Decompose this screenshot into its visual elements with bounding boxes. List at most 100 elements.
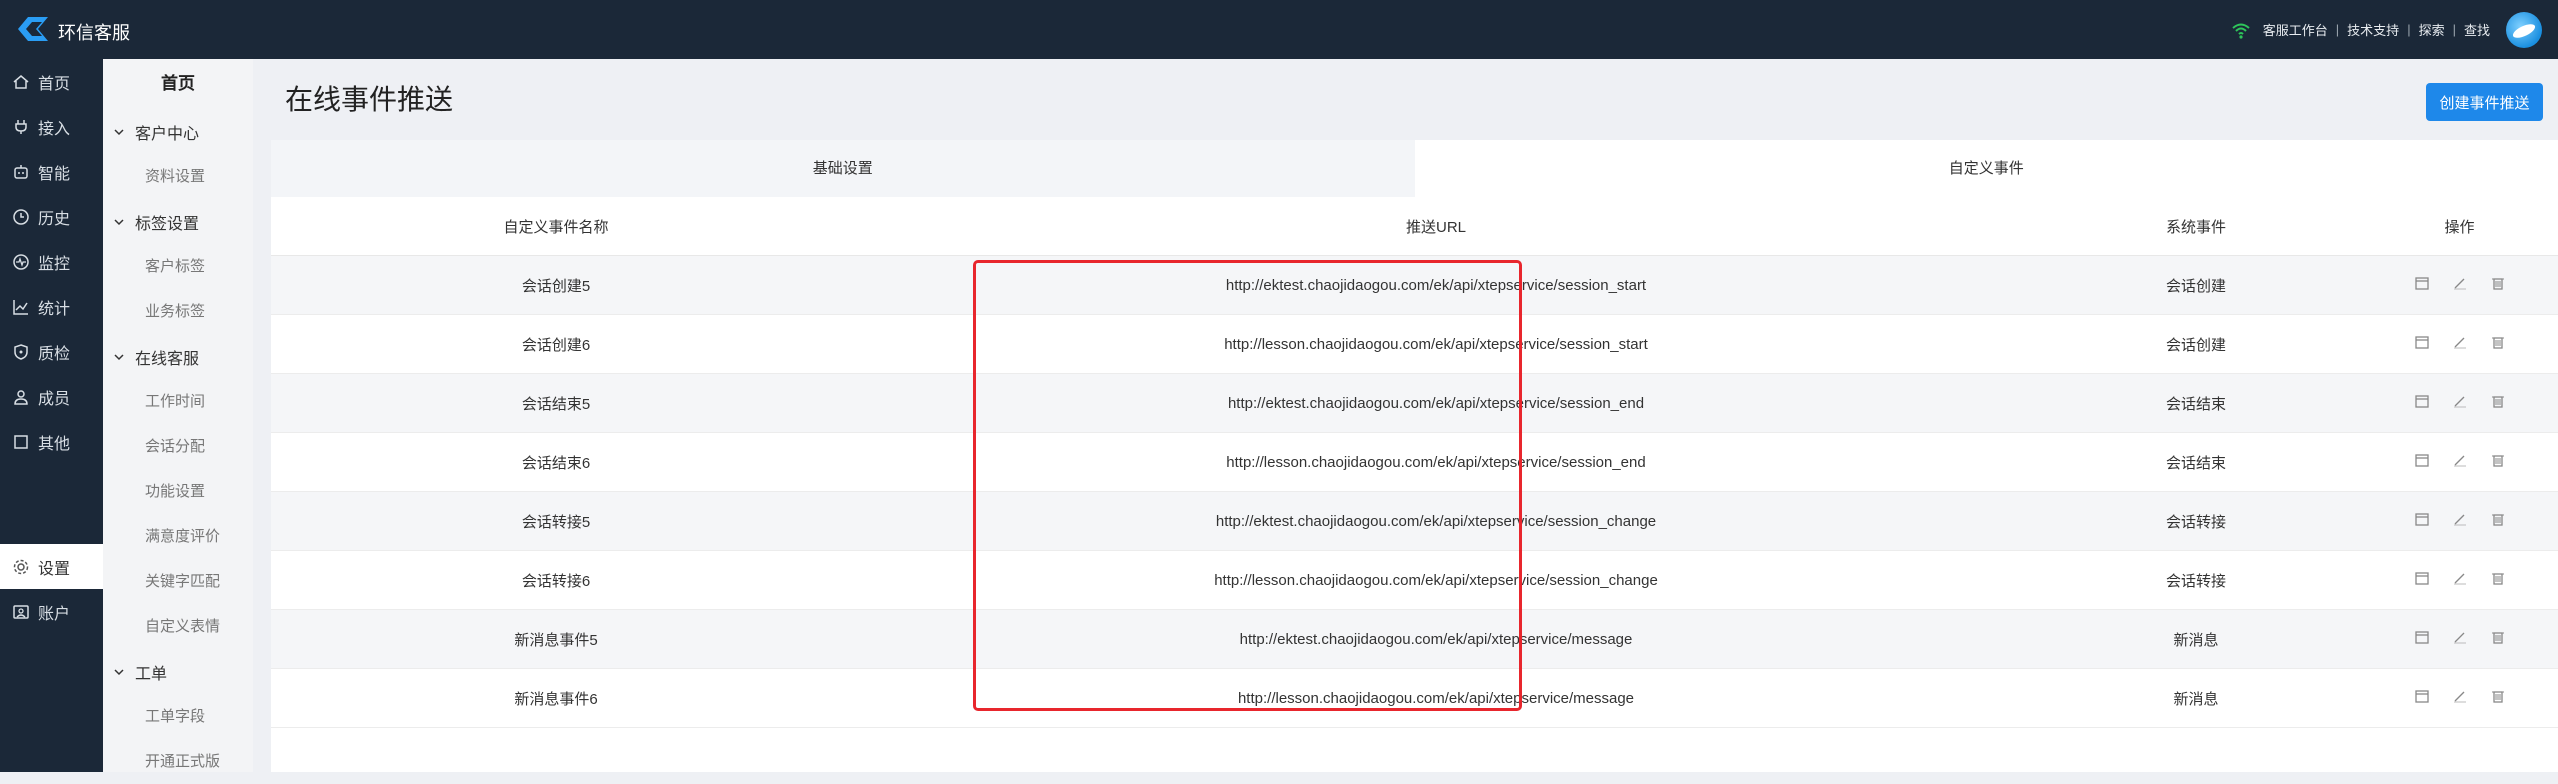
nav-item-other[interactable]: 其他 [0,419,103,464]
nav-item-settings[interactable]: 设置 [0,544,103,589]
subnav-item-customer-tags[interactable]: 客户标签 [103,244,253,289]
calendar-icon [2414,393,2430,409]
header-link-search[interactable]: 查找 [2464,20,2490,39]
view-button[interactable] [2414,393,2430,413]
row-actions [2362,511,2557,531]
subnav-item-ticket-fields[interactable]: 工单字段 [103,694,253,739]
nav-item-qa[interactable]: 质检 [0,329,103,374]
view-button[interactable] [2414,452,2430,472]
cell-system-event: 会话结束 [2031,374,2361,433]
sub-nav: 首页 客户中心 资料设置 标签设置 客户标签 业务标签 在线客服 工作时间 会话… [103,59,253,772]
subnav-group-tag-settings[interactable]: 标签设置 [103,199,253,244]
subnav-item-feature-settings[interactable]: 功能设置 [103,469,253,514]
subnav-item-activate-full[interactable]: 开通正式版 [103,739,253,784]
edit-icon [2452,511,2468,527]
nav-label: 质检 [38,340,70,364]
edit-icon [2452,452,2468,468]
subnav-item-keyword-match[interactable]: 关键字匹配 [103,559,253,604]
edit-icon [2452,275,2468,291]
separator: | [2336,22,2339,37]
subnav-group-ticket[interactable]: 工单 [103,649,253,694]
subnav-group-online-service[interactable]: 在线客服 [103,334,253,379]
edit-button[interactable] [2452,393,2468,413]
table-row: 会话结束6http://lesson.chaojidaogou.com/ek/a… [271,433,2558,492]
nav-item-history[interactable]: 历史 [0,194,103,239]
view-button[interactable] [2414,275,2430,295]
edit-button[interactable] [2452,452,2468,472]
delete-button[interactable] [2490,511,2506,531]
edit-button[interactable] [2452,511,2468,531]
delete-icon [2490,629,2506,645]
subnav-item-custom-emoji[interactable]: 自定义表情 [103,604,253,649]
edit-button[interactable] [2452,334,2468,354]
edit-button[interactable] [2452,688,2468,708]
delete-button[interactable] [2490,688,2506,708]
separator: | [2453,22,2456,37]
nav-label: 统计 [38,295,70,319]
view-button[interactable] [2414,688,2430,708]
plug-icon [12,118,30,136]
delete-button[interactable] [2490,393,2506,413]
subnav-item-session-assign[interactable]: 会话分配 [103,424,253,469]
shield-icon [12,343,30,361]
view-button[interactable] [2414,334,2430,354]
cell-event-name: 新消息事件5 [271,610,841,669]
delete-button[interactable] [2490,629,2506,649]
calendar-icon [2414,629,2430,645]
delete-icon [2490,688,2506,704]
nav-label: 接入 [38,115,70,139]
content-panel: 基础设置 自定义事件 自定义事件名称 推送URL 系统事件 操作 会话创建5ht… [271,140,2558,772]
avatar[interactable] [2506,12,2542,48]
app-logo-icon[interactable] [14,13,52,45]
nav-label: 账户 [38,600,70,624]
subnav-title[interactable]: 首页 [103,59,253,109]
delete-icon [2490,570,2506,586]
cell-push-url: http://ektest.chaojidaogou.com/ek/api/xt… [841,492,2031,551]
delete-button[interactable] [2490,452,2506,472]
cell-push-url: http://lesson.chaojidaogou.com/ek/api/xt… [841,551,2031,610]
row-actions [2362,629,2557,649]
nav-item-access[interactable]: 接入 [0,104,103,149]
calendar-icon [2414,511,2430,527]
delete-button[interactable] [2490,570,2506,590]
view-button[interactable] [2414,629,2430,649]
subnav-item-satisfaction[interactable]: 满意度评价 [103,514,253,559]
nav-item-smart[interactable]: 智能 [0,149,103,194]
nav-item-monitor[interactable]: 监控 [0,239,103,284]
tab-custom-events[interactable]: 自定义事件 [1415,140,2558,197]
nav-item-members[interactable]: 成员 [0,374,103,419]
edit-button[interactable] [2452,275,2468,295]
header-link-support[interactable]: 技术支持 [2347,20,2399,39]
subnav-item-work-hours[interactable]: 工作时间 [103,379,253,424]
view-button[interactable] [2414,570,2430,590]
edit-button[interactable] [2452,570,2468,590]
cell-system-event: 会话创建 [2031,256,2361,315]
nav-item-home[interactable]: 首页 [0,59,103,104]
cell-actions [2361,315,2558,374]
nav-item-account[interactable]: 账户 [0,589,103,634]
tab-basic-settings[interactable]: 基础设置 [271,140,1415,197]
delete-button[interactable] [2490,275,2506,295]
cell-system-event: 会话转接 [2031,492,2361,551]
header-link-explore[interactable]: 探索 [2419,20,2445,39]
edit-button[interactable] [2452,629,2468,649]
subnav-item-profile-settings[interactable]: 资料设置 [103,154,253,199]
column-header-actions: 操作 [2361,197,2558,256]
nav-label: 设置 [38,555,70,579]
cell-event-name: 会话结束6 [271,433,841,492]
header-link-workbench[interactable]: 客服工作台 [2263,20,2328,39]
users-icon [12,388,30,406]
view-button[interactable] [2414,511,2430,531]
subnav-group-label: 在线客服 [135,345,199,369]
nav-item-stats[interactable]: 统计 [0,284,103,329]
subnav-group-customer-center[interactable]: 客户中心 [103,109,253,154]
table-row: 会话结束5http://ektest.chaojidaogou.com/ek/a… [271,374,2558,433]
table-row: 新消息事件5http://ektest.chaojidaogou.com/ek/… [271,610,2558,669]
table-row: 会话转接6http://lesson.chaojidaogou.com/ek/a… [271,551,2558,610]
delete-button[interactable] [2490,334,2506,354]
tab-bar: 基础设置 自定义事件 [271,140,2558,197]
cell-actions [2361,256,2558,315]
create-event-push-button[interactable]: 创建事件推送 [2426,83,2543,121]
subnav-group-label: 客户中心 [135,120,199,144]
subnav-item-business-tags[interactable]: 业务标签 [103,289,253,334]
